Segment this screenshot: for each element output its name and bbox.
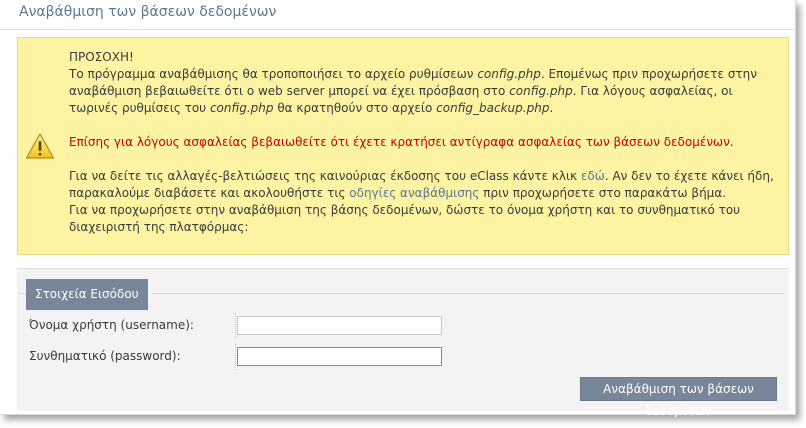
username-input[interactable] (237, 316, 442, 335)
fieldset-border (152, 293, 784, 294)
warning-text-part: Για να δείτε τις αλλαγές-βελτιώσεις της … (69, 169, 581, 183)
backup-filename: config_backup.php (436, 101, 550, 115)
warning-text-part: θα κρατηθούν στο αρχείο (273, 101, 437, 115)
page-title: Αναβάθμιση των βάσεων δεδομένων (19, 4, 277, 20)
warning-text-part: πριν προχωρήσετε στο παρακάτω βήμα. (479, 186, 727, 200)
title-divider (0, 29, 795, 30)
config-filename: config.php (209, 101, 274, 115)
warning-text-part: Το πρόγραμμα αναβάθμισης θα τροποποιήσει… (69, 67, 478, 81)
config-filename: config.php (509, 84, 573, 98)
backup-warning: Επίσης για λόγους ασφαλείας βεβαιωθείτε … (69, 135, 734, 149)
username-label: Όνομα χρήστη (username): (29, 318, 194, 332)
warning-box: ΠΡΟΣΟΧΗ! Το πρόγραμμα αναβάθμισης θα τρο… (17, 37, 789, 255)
changes-link[interactable]: εδώ (581, 169, 605, 183)
warning-paragraph-config: Το πρόγραμμα αναβάθμισης θα τροποποιήσει… (69, 66, 779, 117)
password-label: Συνθηματικό (password): (29, 349, 181, 363)
changes-paragraph: Για να δείτε τις αλλαγές-βελτιώσεις της … (69, 168, 779, 202)
app-window: Αναβάθμιση των βάσεων δεδομένων ΠΡΟΣΟΧΗ!… (0, 0, 796, 418)
password-input[interactable] (237, 347, 442, 366)
credentials-instruction: Για να προχωρήσετε στην αναβάθμιση της β… (69, 203, 741, 234)
warning-heading: ΠΡΟΣΟΧΗ! (69, 50, 134, 64)
upgrade-instructions-link[interactable]: οδηγίες αναβάθμισης (349, 186, 479, 200)
fieldset-border (19, 293, 26, 294)
fieldset-legend: Στοιχεία Εισόδου (26, 279, 148, 310)
warning-text-part: . (549, 101, 554, 115)
upgrade-databases-button[interactable]: Αναβάθμιση των βάσεων δεδομένων (580, 377, 777, 418)
login-form: Στοιχεία Εισόδου Όνομα χρήστη (username)… (17, 268, 789, 418)
warning-text: ΠΡΟΣΟΧΗ! Το πρόγραμμα αναβάθμισης θα τρο… (69, 49, 779, 236)
warning-triangle-icon (25, 133, 55, 159)
config-filename: config.php (477, 67, 541, 81)
